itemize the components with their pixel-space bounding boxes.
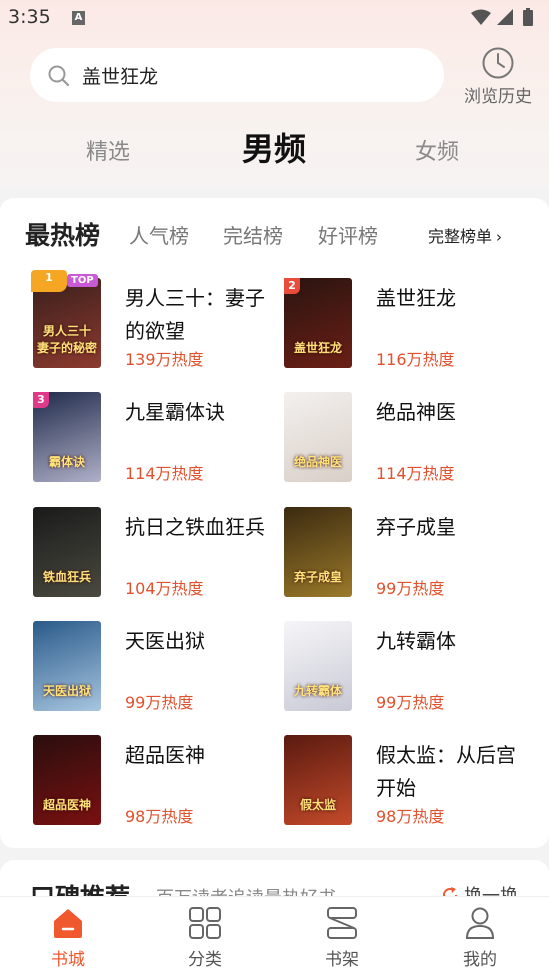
history-button[interactable]: 浏览历史: [458, 46, 538, 107]
full-list-label: 完整榜单: [428, 227, 493, 246]
book-heat: 98万热度: [376, 807, 445, 826]
book-item[interactable]: 天医出狱 天医出狱 99万热度: [33, 621, 283, 716]
clock-icon: [482, 47, 514, 79]
book-item[interactable]: 男人三十 妻子的秘密 1 TOP 男人三十：妻子的欲望 139万热度: [31, 270, 283, 373]
book-cover[interactable]: 铁血狂兵: [33, 507, 101, 597]
book-heat: 99万热度: [125, 693, 194, 712]
cover-title-art: 弃子成皇: [293, 570, 342, 584]
ranking-tabs: 最热榜 人气榜 完结榜 好评榜 完整榜单 ›: [0, 198, 549, 268]
tab-popular[interactable]: 人气榜: [129, 220, 189, 249]
grid-icon: [189, 907, 221, 939]
cover-title-art: 假太监: [299, 798, 336, 812]
book-title: 男人三十：妻子的欲望: [125, 286, 265, 343]
cover-title-art: 男人三十 妻子的秘密: [36, 324, 97, 355]
book-title: 弃子成皇: [376, 515, 456, 539]
book-item[interactable]: 超品医神 超品医神 98万热度: [33, 735, 283, 830]
book-cover[interactable]: 绝品神医: [284, 392, 352, 482]
nav-category-label: 分类: [188, 950, 222, 970]
book-heat: 114万热度: [125, 464, 204, 483]
book-cover[interactable]: 超品医神: [33, 735, 101, 825]
rank-badge: 3: [33, 392, 49, 408]
history-label: 浏览历史: [464, 87, 532, 107]
book-item[interactable]: 霸体诀 3 九星霸体诀 114万热度: [33, 392, 283, 487]
ranking-title[interactable]: 最热榜: [25, 216, 100, 252]
book-heat: 99万热度: [376, 693, 445, 712]
ranking-card: 最热榜 人气榜 完结榜 好评榜 完整榜单 › 男人三十 妻子的秘密 1 TOP 男人三十…: [0, 198, 549, 848]
nav-mine[interactable]: 我的: [440, 907, 520, 970]
cover-title-art: 绝品神医: [293, 455, 342, 469]
tab-featured[interactable]: 精选: [86, 134, 130, 166]
book-cover[interactable]: 天医出狱: [33, 621, 101, 711]
tab-male[interactable]: 男频: [242, 124, 306, 170]
tab-female[interactable]: 女频: [415, 134, 459, 166]
book-cover[interactable]: 弃子成皇: [284, 507, 352, 597]
user-icon: [465, 907, 495, 939]
book-item[interactable]: 假太监 假太监：从后宫开始 98万热度: [284, 735, 534, 830]
search-bar[interactable]: 盖世狂龙: [30, 48, 444, 102]
nav-bookstore[interactable]: 书城: [28, 907, 108, 970]
book-title: 盖世狂龙: [376, 286, 456, 310]
book-item[interactable]: 绝品神医 绝品神医 114万热度: [284, 392, 534, 487]
book-title: 天医出狱: [125, 629, 205, 653]
book-cover[interactable]: 九转霸体: [284, 621, 352, 711]
cover-title-art: 霸体诀: [48, 455, 85, 469]
book-title: 抗日之铁血狂兵: [125, 515, 265, 539]
signal-icon: [497, 9, 513, 25]
nav-category[interactable]: 分类: [165, 907, 245, 970]
book-item[interactable]: 九转霸体 九转霸体 99万热度: [284, 621, 534, 716]
book-title: 九转霸体: [376, 629, 456, 653]
home-icon: [54, 909, 82, 938]
cover-title-art: 盖世狂龙: [293, 341, 342, 355]
search-icon: [48, 65, 70, 87]
rank-badge: 2: [284, 278, 300, 294]
book-heat: 104万热度: [125, 579, 204, 598]
bottom-nav: 书城 分类 书架 我的: [0, 896, 549, 976]
cover-title-art: 铁血狂兵: [42, 570, 91, 584]
tab-finished[interactable]: 完结榜: [223, 220, 283, 249]
battery-icon: [523, 10, 533, 26]
status-icons: [469, 7, 539, 27]
nav-bookstore-label: 书城: [51, 950, 85, 970]
rank-badge: 1: [31, 270, 67, 292]
status-bar: 3:35 A: [0, 0, 549, 38]
book-item[interactable]: 弃子成皇 弃子成皇 99万热度: [284, 507, 534, 602]
status-time: 3:35: [8, 6, 51, 28]
book-heat: 139万热度: [125, 350, 204, 369]
notification-a-icon: A: [72, 11, 85, 25]
book-heat: 114万热度: [376, 464, 455, 483]
book-item[interactable]: 铁血狂兵 抗日之铁血狂兵 104万热度: [33, 507, 283, 602]
nav-shelf-label: 书架: [325, 950, 359, 970]
book-heat: 116万热度: [376, 350, 455, 369]
book-heat: 98万热度: [125, 807, 194, 826]
book-title: 九星霸体诀: [125, 400, 225, 424]
wifi-icon: [471, 9, 491, 25]
tab-rated[interactable]: 好评榜: [318, 220, 378, 249]
book-item[interactable]: 盖世狂龙 2 盖世狂龙 116万热度: [284, 278, 534, 373]
full-list-link[interactable]: 完整榜单 ›: [428, 223, 502, 247]
top-badge: TOP: [67, 274, 98, 287]
chevron-right-icon: ›: [496, 228, 503, 246]
book-title: 假太监：从后宫开始: [376, 743, 516, 800]
cover-title-art: 超品医神: [42, 798, 91, 812]
search-placeholder: 盖世狂龙: [82, 66, 159, 88]
book-cover[interactable]: 假太监: [284, 735, 352, 825]
book-heat: 99万热度: [376, 579, 445, 598]
nav-shelf[interactable]: 书架: [302, 907, 382, 970]
cover-title-art: 九转霸体: [293, 684, 342, 698]
book-title: 绝品神医: [376, 400, 456, 424]
bookshelf-icon: [327, 907, 357, 939]
book-title: 超品医神: [125, 743, 205, 767]
nav-mine-label: 我的: [463, 950, 497, 970]
cover-title-art: 天医出狱: [42, 684, 91, 698]
